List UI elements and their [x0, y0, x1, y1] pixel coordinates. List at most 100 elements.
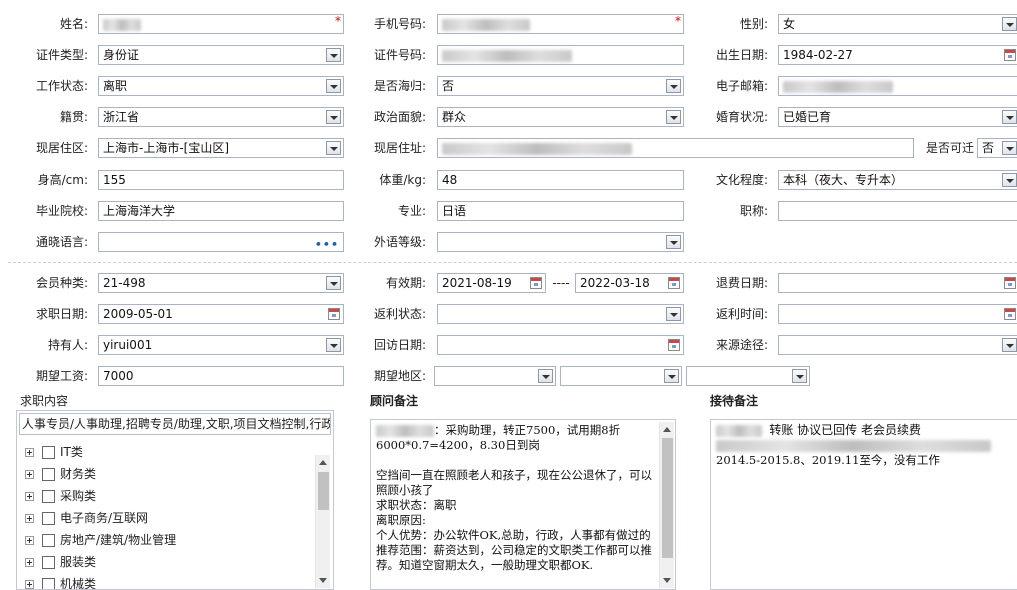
- gender-select[interactable]: 女: [778, 14, 1017, 34]
- tree-item[interactable]: 财务类: [25, 464, 96, 484]
- calendar-icon[interactable]: [1004, 49, 1016, 61]
- chevron-down-icon[interactable]: [666, 307, 681, 321]
- refund-date-field[interactable]: [778, 273, 1017, 293]
- region-province-select[interactable]: [434, 366, 556, 386]
- tree-item[interactable]: 房地产/建筑/物业管理: [25, 530, 176, 550]
- scroll-thumb[interactable]: [318, 472, 329, 510]
- scroll-up-icon[interactable]: [663, 427, 671, 432]
- redacted-text: [716, 440, 991, 452]
- checkbox[interactable]: [42, 446, 55, 459]
- rebate-status-select[interactable]: [437, 304, 684, 324]
- valid-to-field[interactable]: 2022-03-18: [575, 273, 684, 293]
- chevron-down-icon[interactable]: [538, 369, 553, 383]
- chevron-down-icon[interactable]: [326, 276, 341, 290]
- reception-notes-textarea[interactable]: 转账 协议已回传 老会员续费 2014.5-2015.8、2019.11至今，没…: [710, 419, 1017, 590]
- reception-panel-title: 接待备注: [710, 394, 759, 408]
- rebate-time-field[interactable]: [778, 304, 1017, 324]
- language-level-select[interactable]: [437, 232, 684, 252]
- native-place-select[interactable]: 浙江省: [98, 107, 344, 127]
- expand-icon[interactable]: [25, 470, 34, 479]
- expand-icon[interactable]: [25, 558, 34, 567]
- scroll-thumb[interactable]: [662, 438, 673, 558]
- calendar-icon[interactable]: [328, 308, 340, 320]
- expand-icon[interactable]: [25, 580, 34, 589]
- work-status-select[interactable]: 离职: [98, 76, 344, 96]
- id-number-field[interactable]: [437, 45, 684, 65]
- visit-date-field[interactable]: [437, 335, 684, 355]
- salary-field[interactable]: 7000: [98, 366, 344, 386]
- address-field[interactable]: [437, 138, 914, 158]
- checkbox[interactable]: [42, 468, 55, 481]
- district-select[interactable]: 上海市-上海市-[宝山区]: [98, 138, 344, 158]
- phone-field[interactable]: *: [437, 14, 684, 34]
- chevron-down-icon[interactable]: [792, 369, 807, 383]
- more-icon[interactable]: •••: [315, 236, 339, 251]
- tree-item[interactable]: 电子商务/互联网: [25, 508, 148, 528]
- holder-select[interactable]: yirui001: [98, 335, 344, 355]
- scroll-up-icon[interactable]: [319, 460, 327, 465]
- scrollbar[interactable]: [315, 455, 330, 588]
- job-date-field[interactable]: 2009-05-01: [98, 304, 344, 324]
- checkbox[interactable]: [42, 556, 55, 569]
- chevron-down-icon[interactable]: [666, 235, 681, 249]
- returnee-select[interactable]: 否: [437, 76, 684, 96]
- scroll-down-icon[interactable]: [663, 578, 671, 583]
- height-field[interactable]: 155: [98, 170, 344, 190]
- email-field[interactable]: [778, 76, 1017, 96]
- calendar-icon[interactable]: [1004, 308, 1016, 320]
- chevron-down-icon[interactable]: [1002, 173, 1017, 187]
- expand-icon[interactable]: [25, 448, 34, 457]
- title-field[interactable]: [778, 201, 1017, 221]
- chevron-down-icon[interactable]: [664, 369, 679, 383]
- chevron-down-icon[interactable]: [326, 338, 341, 352]
- scrollbar[interactable]: [659, 422, 674, 588]
- region-district-select[interactable]: [686, 366, 810, 386]
- checkbox[interactable]: [42, 578, 55, 589]
- school-field[interactable]: 上海海洋大学: [98, 201, 344, 221]
- scroll-down-icon[interactable]: [319, 578, 327, 583]
- chevron-down-icon[interactable]: [1002, 141, 1017, 155]
- calendar-icon[interactable]: [530, 277, 542, 289]
- calendar-icon[interactable]: [668, 339, 680, 351]
- chevron-down-icon[interactable]: [666, 79, 681, 93]
- expand-icon[interactable]: [25, 536, 34, 545]
- tree-item[interactable]: 采购类: [25, 486, 96, 506]
- checkbox[interactable]: [42, 490, 55, 503]
- advisor-notes-textarea[interactable]: ：采购助理，转正7500，试用期8折 6000*0.7=4200，8.30日到岗…: [370, 419, 676, 590]
- chevron-down-icon[interactable]: [1002, 338, 1017, 352]
- chevron-down-icon[interactable]: [326, 141, 341, 155]
- political-select[interactable]: 群众: [437, 107, 684, 127]
- valid-period-label: 有效期:: [385, 276, 426, 290]
- tree-item[interactable]: IT类: [25, 442, 83, 462]
- chevron-down-icon[interactable]: [1002, 17, 1017, 31]
- work-status-label: 工作状态:: [35, 79, 88, 93]
- checkbox[interactable]: [42, 512, 55, 525]
- weight-field[interactable]: 48: [437, 170, 684, 190]
- birth-date-field[interactable]: 1984-02-27: [778, 45, 1017, 65]
- member-type-select[interactable]: 21-498: [98, 273, 344, 293]
- chevron-down-icon[interactable]: [326, 110, 341, 124]
- chevron-down-icon[interactable]: [326, 48, 341, 62]
- marital-select[interactable]: 已婚已育: [778, 107, 1017, 127]
- calendar-icon[interactable]: [668, 277, 680, 289]
- calendar-icon[interactable]: [1004, 277, 1016, 289]
- checkbox[interactable]: [42, 534, 55, 547]
- language-field[interactable]: •••: [98, 232, 344, 252]
- name-field[interactable]: *: [98, 14, 344, 34]
- id-type-select[interactable]: 身份证: [98, 45, 344, 65]
- note-line: 6000*0.7=4200，8.30日到岗: [376, 438, 540, 452]
- region-city-select[interactable]: [560, 366, 682, 386]
- chevron-down-icon[interactable]: [326, 79, 341, 93]
- relocate-select[interactable]: 否: [977, 138, 1017, 158]
- job-summary-field[interactable]: 人事专员/人事助理,招聘专员/助理,文职,项目文档控制,行政: [19, 413, 331, 435]
- source-select[interactable]: [778, 335, 1017, 355]
- valid-from-field[interactable]: 2021-08-19: [437, 273, 546, 293]
- major-value: 日语: [442, 204, 467, 218]
- chevron-down-icon[interactable]: [666, 110, 681, 124]
- tree-item[interactable]: 服装类: [25, 552, 96, 572]
- education-select[interactable]: 本科（夜大、专升本）: [778, 170, 1017, 190]
- expand-icon[interactable]: [25, 514, 34, 523]
- chevron-down-icon[interactable]: [1002, 110, 1017, 124]
- major-field[interactable]: 日语: [437, 201, 684, 221]
- expand-icon[interactable]: [25, 492, 34, 501]
